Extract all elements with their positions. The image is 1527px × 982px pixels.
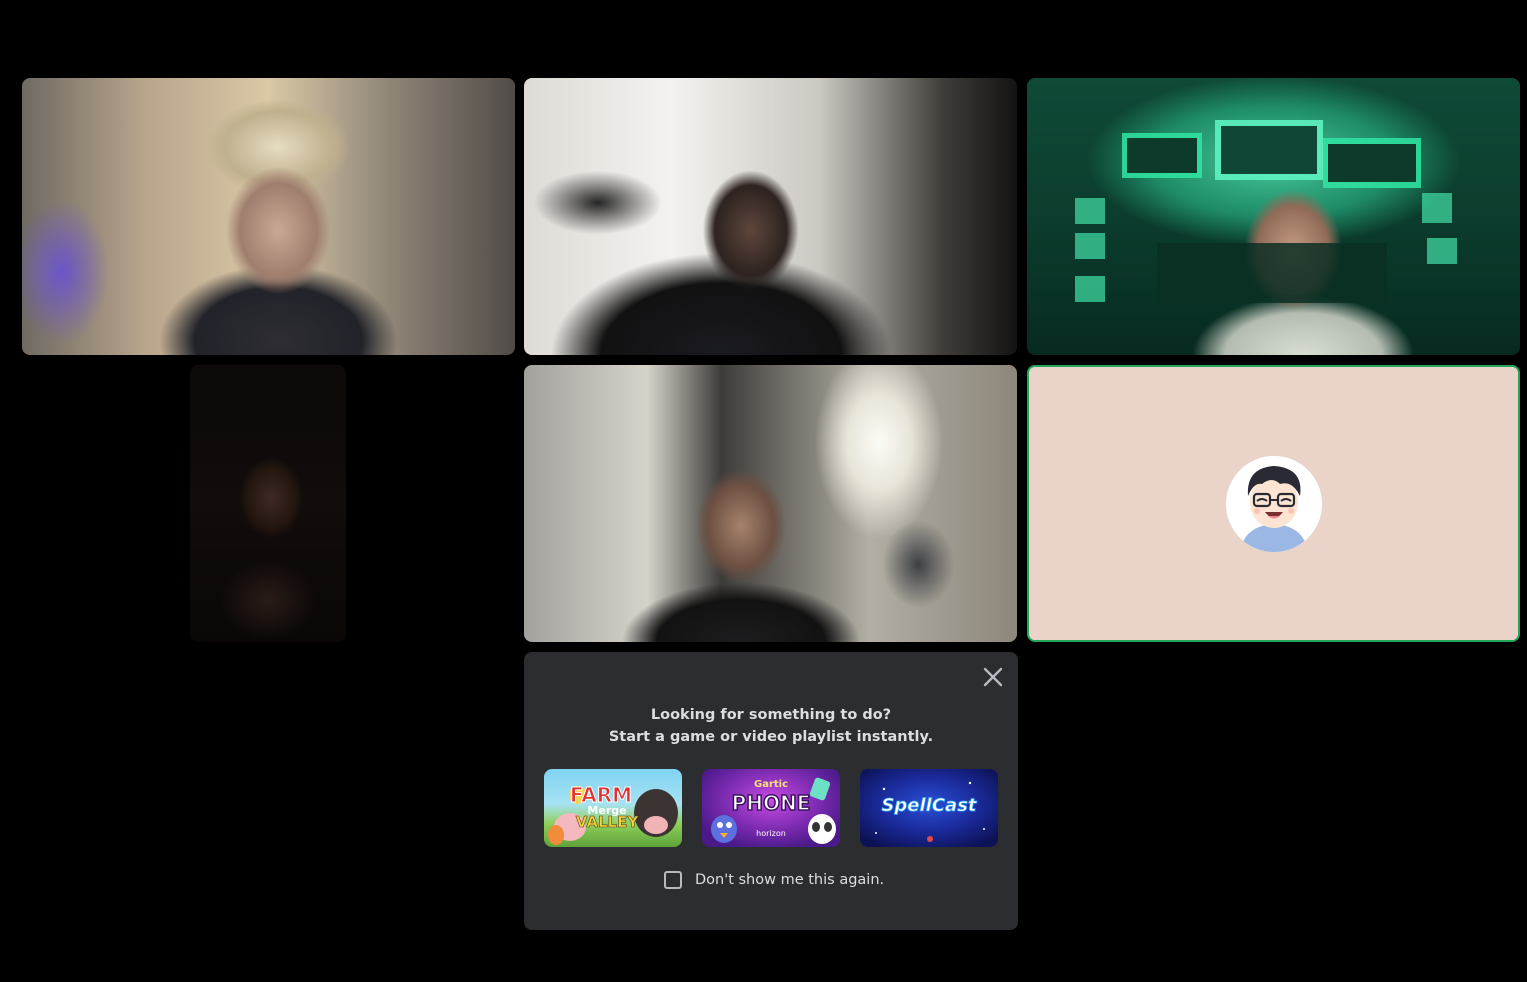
cartoon-avatar-icon [1225, 455, 1322, 552]
screen-backdrop [1075, 120, 1457, 303]
checkbox[interactable] [664, 871, 682, 889]
participant-video-tile[interactable] [1027, 78, 1520, 355]
avatar [1225, 455, 1322, 552]
close-icon[interactable] [982, 666, 1004, 688]
gartic-title: PHONE [731, 790, 811, 816]
gartic-brand: Gartic [753, 779, 789, 790]
voice-call-stage: Looking for something to do? Start a gam… [0, 0, 1527, 982]
activity-card-spellcast[interactable]: SpellCast [860, 769, 998, 847]
checkbox-label: Don't show me this again. [695, 872, 885, 888]
prompt-heading: Looking for something to do? [650, 707, 892, 723]
participant-video-tile[interactable] [190, 365, 346, 642]
prompt-subheading: Start a game or video playlist instantly… [608, 729, 934, 745]
participant-video-tile[interactable] [524, 78, 1017, 355]
participant-video-tile[interactable] [524, 365, 1017, 642]
activity-suggestion-panel: Looking for something to do? Start a gam… [524, 652, 1018, 930]
dont-show-again-toggle[interactable]: Don't show me this again. [664, 868, 884, 892]
activity-card-farm-merge-valley[interactable]: FARM Merge VALLEY [544, 769, 682, 847]
farm-subtitle-2: VALLEY [575, 813, 639, 832]
gartic-publisher: horizon [756, 829, 786, 838]
participant-video-tile[interactable] [22, 78, 515, 355]
participant-avatar-tile[interactable] [1027, 365, 1520, 642]
spellcast-title: SpellCast [881, 795, 977, 817]
activity-card-gartic-phone[interactable]: Gartic PHONE horizon [702, 769, 840, 847]
